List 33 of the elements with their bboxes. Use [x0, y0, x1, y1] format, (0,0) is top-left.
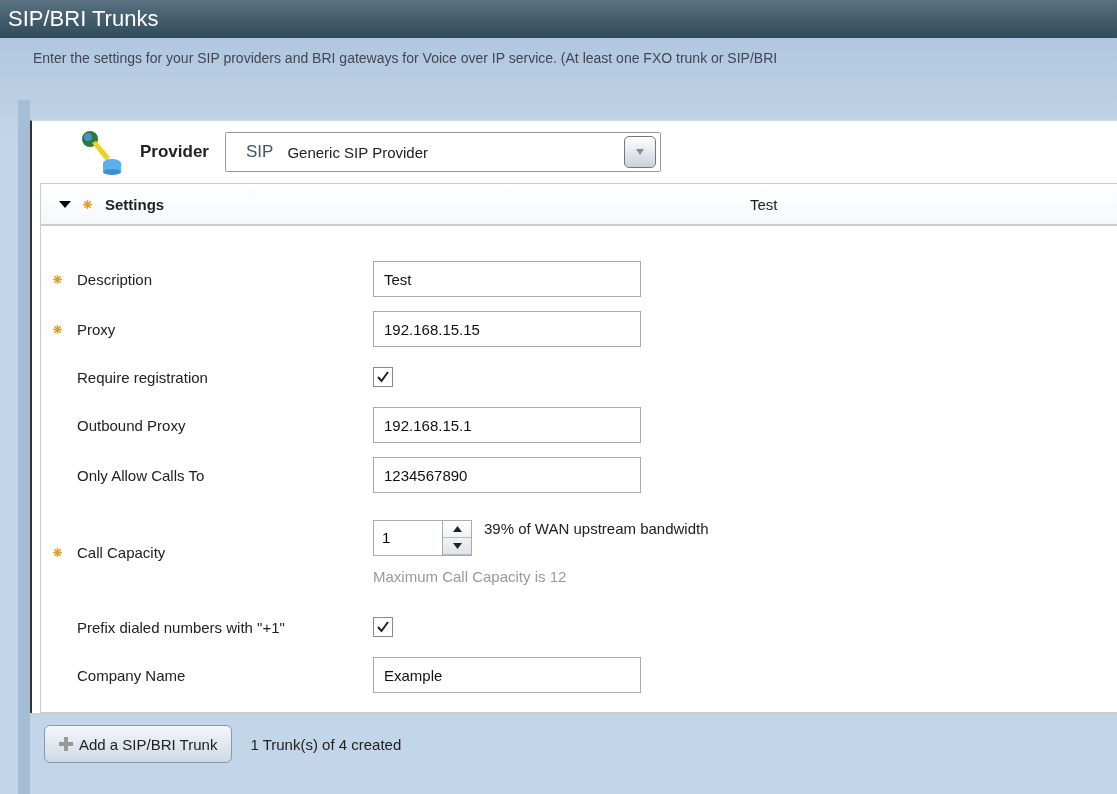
page-title: SIP/BRI Trunks	[8, 6, 159, 32]
number-field[interactable]: 1	[373, 519, 442, 556]
up-arrow-icon[interactable]	[452, 525, 462, 532]
section-title: Settings	[105, 195, 166, 213]
add-trunk-button[interactable]: Add a SIP/BRI Trunk	[44, 725, 233, 763]
page-description: Enter the settings for your SIP providers and BRI gateways for Voice over IP service. (At least one FXO trunk or SIP/BRI	[33, 50, 778, 66]
text-field[interactable]: Example	[373, 657, 641, 693]
field-label: Only Allow Calls To	[77, 466, 206, 484]
field-label: Require registration	[77, 368, 209, 386]
text-field[interactable]: 192.168.15.15	[373, 311, 641, 347]
field-label: Outbound Proxy	[77, 416, 187, 434]
capacity-hint: Maximum Call Capacity is 12	[373, 567, 568, 585]
caret-icon[interactable]	[636, 149, 644, 155]
field-label: Prefix dialed numbers with "+1"	[77, 618, 286, 636]
provider-label: Provider	[140, 142, 209, 162]
trunk-count: 1 Trunk(s) of 4 created	[250, 735, 402, 753]
provider-select[interactable]: SIP Generic SIP Provider	[225, 132, 661, 172]
down-arrow-icon[interactable]	[452, 542, 462, 549]
field-label: Call Capacity	[77, 543, 167, 561]
section-summary: Test	[750, 195, 778, 213]
text-field[interactable]: 1234567890	[373, 457, 641, 493]
provider-icon	[80, 129, 124, 175]
text-field[interactable]: Test	[373, 261, 641, 297]
field-label: Company Name	[77, 666, 187, 684]
field-label: Description	[77, 270, 154, 288]
bandwidth-note: 39% of WAN upstream bandwidth	[484, 519, 709, 537]
field-label: Proxy	[77, 320, 117, 338]
spinner-buttons[interactable]	[442, 519, 472, 556]
expanded-caret-icon[interactable]	[59, 200, 71, 208]
checkbox[interactable]	[373, 367, 393, 387]
plus-icon	[59, 737, 73, 751]
text-field[interactable]: 192.168.15.1	[373, 407, 641, 443]
checkbox[interactable]	[373, 617, 393, 637]
